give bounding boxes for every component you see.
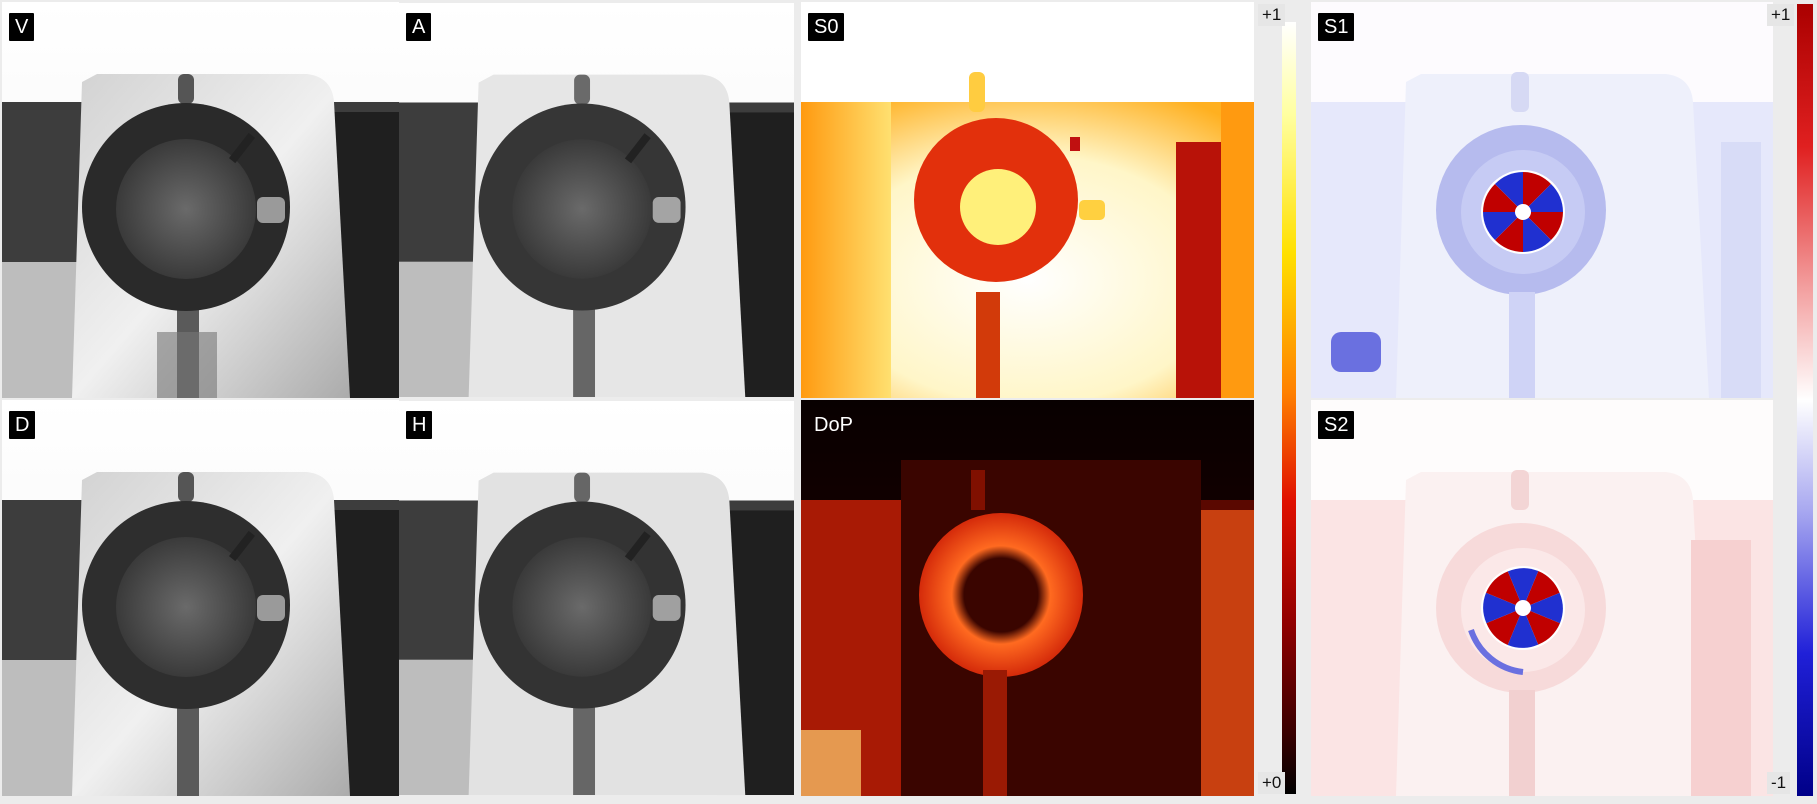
intensity-colorbar-top-label: +1: [1258, 4, 1286, 26]
panel-dop: DoP: [801, 400, 1254, 796]
panel-dop-label: DoP: [814, 414, 853, 436]
stokes-colorbar-top-label: +1: [1767, 4, 1795, 26]
intensity-colorbar-bottom-label: +0: [1258, 772, 1286, 794]
d-image: [2, 400, 399, 796]
panel-s0-label: S0: [808, 13, 845, 41]
panel-a-label: A: [406, 13, 432, 41]
panel-d-label: D: [9, 411, 36, 439]
s0-image: [801, 2, 1254, 398]
panel-s1: S1: [1311, 2, 1773, 398]
a-image: [399, 2, 794, 398]
panel-s2: S2: [1311, 400, 1773, 796]
h-image: [399, 400, 794, 796]
panel-a: A: [399, 2, 794, 398]
panel-v-label: V: [9, 13, 35, 41]
panel-v: V: [2, 2, 399, 398]
dop-image: [801, 400, 1254, 796]
panel-h: H: [399, 400, 794, 796]
v-image: [2, 2, 399, 398]
panel-s2-label: S2: [1318, 411, 1355, 439]
panel-d: D: [2, 400, 399, 796]
s1-image: [1311, 2, 1773, 398]
panel-h-label: H: [406, 411, 433, 439]
stokes-colorbar-bottom-label: -1: [1767, 772, 1791, 794]
panel-s1-label: S1: [1318, 13, 1355, 41]
stokes-colorbar: [1797, 4, 1813, 796]
intensity-colorbar: [1282, 22, 1296, 794]
s2-image: [1311, 400, 1773, 796]
panel-s0: S0: [801, 2, 1254, 398]
